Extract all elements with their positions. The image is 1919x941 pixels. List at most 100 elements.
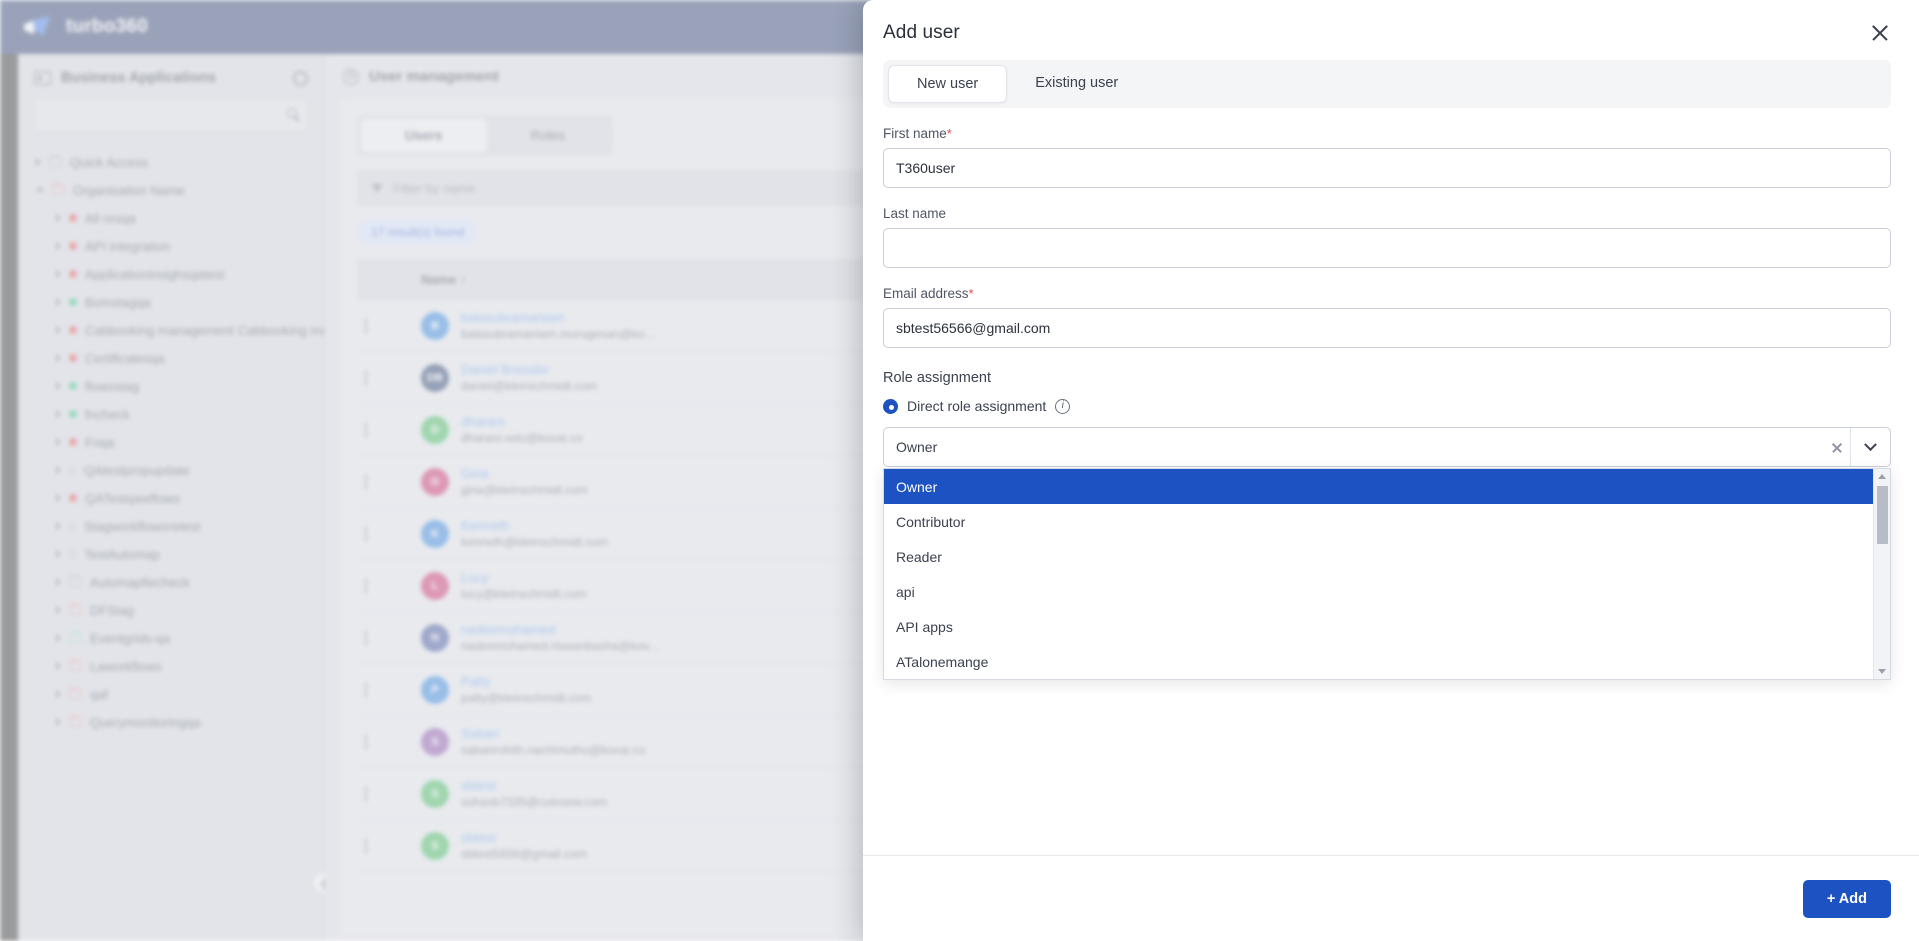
role-option-2[interactable]: Reader [884,539,1873,574]
role-assignment-label: Role assignment [883,370,991,386]
tree-item-18[interactable]: Laworkflows [18,652,324,680]
email-input[interactable] [883,308,1891,348]
tree-item-1[interactable]: Organisation Name [18,176,324,204]
radio-icon[interactable] [883,398,898,414]
tree-item-16[interactable]: DFStag [18,596,324,624]
chevron-right-icon[interactable] [36,158,41,166]
direct-role-assignment-option[interactable]: Direct role assignment i [883,398,1891,414]
user-name-link[interactable]: Daniel Bressler [461,362,597,377]
row-checkbox-cell [357,559,413,612]
tree-item-20[interactable]: Querymonitoringqa [18,708,324,736]
tab-users[interactable]: Users [361,119,487,152]
chevron-right-icon[interactable] [56,214,61,222]
chevron-down-icon[interactable] [1850,428,1890,466]
tree-item-label: qaf [90,686,109,702]
tree-item-2[interactable]: All resqa [18,204,324,232]
gear-icon[interactable] [293,70,308,86]
row-checkbox-cell [357,455,413,508]
chevron-right-icon[interactable] [56,326,61,334]
row-checkbox[interactable] [365,369,367,386]
info-icon[interactable]: i [1055,398,1071,414]
scroll-up-arrow-icon[interactable] [1878,474,1886,479]
user-name-link[interactable]: sbtest [461,830,587,845]
chevron-right-icon[interactable] [56,270,61,278]
user-name-link[interactable]: Lucy [461,570,587,585]
first-name-input[interactable] [883,148,1891,188]
bookmark-icon [49,154,62,167]
tree-item-13[interactable]: Stagworkflowsretest [18,512,324,540]
row-checkbox[interactable] [365,577,367,594]
user-name-link[interactable]: dharani [461,414,583,429]
tree-item-19[interactable]: qaf [18,680,324,708]
row-checkbox[interactable] [365,317,367,334]
chevron-right-icon[interactable] [56,578,61,586]
chevron-right-icon[interactable] [56,690,61,698]
clear-icon[interactable] [1824,428,1850,466]
chevron-right-icon[interactable] [56,550,61,558]
chevron-right-icon[interactable] [56,522,61,530]
tree-item-14[interactable]: TestAutomap [18,540,324,568]
user-name-link[interactable]: Gina [461,466,588,481]
user-name-link[interactable]: balasubramaniam [461,310,655,325]
chevron-right-icon[interactable] [56,354,61,362]
tree-item-5[interactable]: Bomstagqa [18,288,324,316]
sidebar-search-input[interactable] [34,98,308,132]
row-checkbox-cell [357,403,413,456]
scroll-down-arrow-icon[interactable] [1878,669,1886,674]
chevron-right-icon[interactable] [56,466,61,474]
chevron-right-icon[interactable] [56,298,61,306]
tab-new-user[interactable]: New user [888,65,1008,103]
tree-item-15[interactable]: Automapfiecheck [18,568,324,596]
row-checkbox[interactable] [365,681,367,698]
chevron-right-icon[interactable] [56,242,61,250]
role-option-4[interactable]: API apps [884,609,1873,644]
chevron-right-icon[interactable] [56,606,61,614]
tree-item-8[interactable]: flowsstag [18,372,324,400]
chevron-right-icon[interactable] [56,662,61,670]
last-name-input[interactable] [883,228,1891,268]
row-checkbox[interactable] [365,629,367,646]
tab-roles[interactable]: Roles [487,119,610,152]
tree-item-12[interactable]: QATestqawflows [18,484,324,512]
tree-item-11[interactable]: QAtestpropupdate [18,456,324,484]
chevron-right-icon[interactable] [56,382,61,390]
row-checkbox[interactable] [365,733,367,750]
dropdown-scrollbar[interactable] [1873,469,1890,679]
row-checkbox[interactable] [365,473,367,490]
tree-item-6[interactable]: Cabbooking management Cabbooking mana [18,316,343,344]
tab-existing-user[interactable]: Existing user [1007,65,1146,103]
row-checkbox[interactable] [365,525,367,542]
user-name-link[interactable]: Sabari [461,726,645,741]
tree-item-7[interactable]: Certificatesqa [18,344,324,372]
tree-item-4[interactable]: Applicationinsighsqatest [18,260,324,288]
add-button[interactable]: + Add [1802,879,1891,918]
tree-item-17[interactable]: Eventgrids-qa [18,624,324,652]
chevron-right-icon[interactable] [56,718,61,726]
role-option-1[interactable]: Contributor [884,504,1873,539]
role-option-3[interactable]: api [884,574,1873,609]
row-checkbox[interactable] [365,837,367,854]
role-option-5[interactable]: ATalonemange [884,644,1873,679]
role-select-value: Owner [896,439,938,455]
chevron-right-icon[interactable] [56,410,61,418]
close-icon[interactable] [1869,22,1891,44]
tree-item-0[interactable]: Quick Access [18,148,324,176]
chevron-down-icon[interactable] [36,187,44,193]
user-name-link[interactable]: nadeemohamed [461,622,658,637]
role-option-0[interactable]: Owner [884,469,1873,504]
chevron-right-icon[interactable] [56,438,61,446]
tree-item-label: Laworkflows [90,658,162,674]
tree-item-9[interactable]: fncheck [18,400,324,428]
role-select[interactable]: Owner [883,427,1891,467]
row-checkbox[interactable] [365,785,367,802]
sidebar-collapse-button[interactable]: ❮ [313,872,335,894]
chevron-right-icon[interactable] [56,634,61,642]
tree-item-3[interactable]: API integration [18,232,324,260]
chevron-right-icon[interactable] [56,494,61,502]
user-name-link[interactable]: Patty [461,674,591,689]
scrollbar-thumb[interactable] [1877,486,1888,544]
row-checkbox[interactable] [365,421,367,438]
user-name-link[interactable]: sbtest [461,778,607,793]
tree-item-10[interactable]: Fnqa [18,428,324,456]
user-name-link[interactable]: Kenneth [461,518,608,533]
